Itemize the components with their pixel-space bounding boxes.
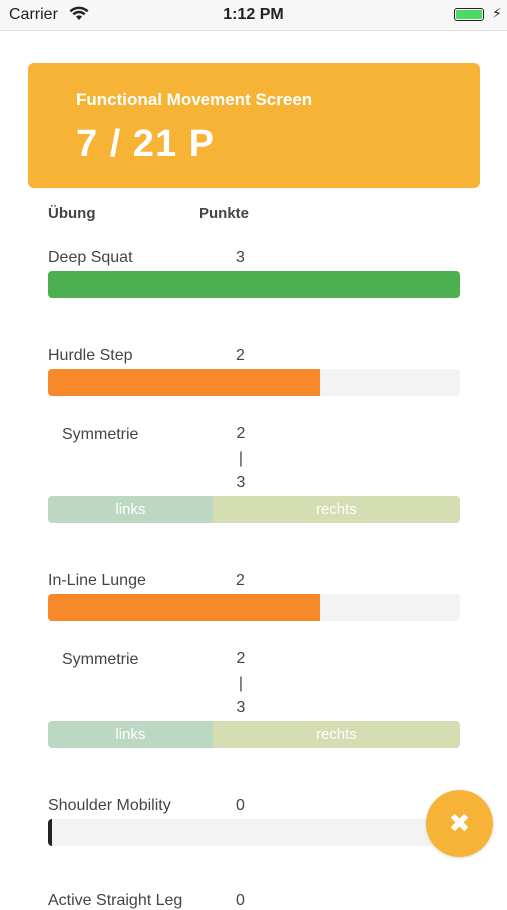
exercise-points: 2 [236,572,245,589]
symmetry-left-segment: links [48,496,213,523]
score-bar [48,271,460,298]
exercise-points: 0 [236,797,245,814]
exercise-name: Active Straight Leg [48,892,183,909]
score-bar-fill [48,819,52,846]
score-bar-fill [48,594,320,621]
close-icon: ✖ [448,808,471,838]
status-bar: Carrier 1:12 PM ⚡ [0,0,507,31]
symmetry-left-value: 2 [236,650,246,667]
exercise-name: Deep Squat [48,249,133,266]
exercise-name: Shoulder Mobility [48,797,171,814]
column-header-points: Punkte [199,205,250,222]
symmetry-divider: | [238,450,244,467]
clock-label: 1:12 PM [223,6,284,23]
charging-icon: ⚡ [492,5,502,21]
exercise-name: Hurdle Step [48,347,133,364]
close-button[interactable]: ✖ [426,790,493,857]
symmetry-right-segment: rechts [212,721,460,748]
score-bar [48,594,460,621]
score-bar-fill [48,369,320,396]
symmetry-right-value: 3 [236,699,246,716]
exercise-points: 2 [236,347,245,364]
symmetry-right-value: 3 [236,474,246,491]
score-bar-fill [48,271,460,298]
symmetry-bar: links rechts [48,496,460,523]
column-header-exercise: Übung [48,205,96,222]
score-title: Functional Movement Screen [76,90,313,109]
symmetry-left-segment: links [48,721,213,748]
symmetry-left-value: 2 [236,425,246,442]
exercise-points: 0 [236,892,245,909]
symmetry-label: Symmetrie [62,426,139,443]
symmetry-label: Symmetrie [62,651,139,668]
exercise-name: In-Line Lunge [48,572,146,589]
symmetry-right-segment: rechts [212,496,460,523]
score-value: 7 / 21 P [76,123,215,165]
symmetry-bar: links rechts [48,721,460,748]
exercise-points: 3 [236,249,245,266]
battery-icon [454,8,484,21]
score-card: Functional Movement Screen 7 / 21 P [28,63,480,188]
symmetry-divider: | [238,675,244,692]
score-bar [48,819,460,846]
score-bar [48,369,460,396]
